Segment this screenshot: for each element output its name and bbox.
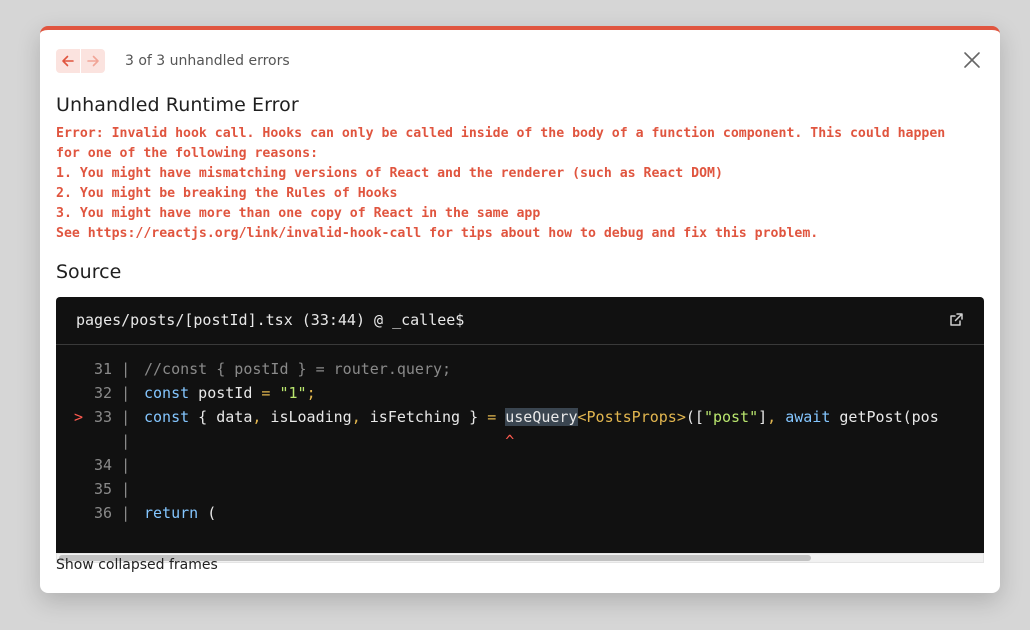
code-line: 36 | return ( [56, 501, 984, 525]
code-text: ^ [505, 432, 515, 450]
line-number: 34 | [94, 456, 131, 474]
source-heading: Source [56, 261, 122, 283]
close-icon [964, 52, 980, 68]
next-error-button[interactable] [81, 49, 105, 73]
code-line: 31 | //const { postId } = router.query; [56, 357, 984, 381]
error-count-label: 3 of 3 unhandled errors [125, 53, 290, 69]
error-message: Error: Invalid hook call. Hooks can only… [56, 126, 946, 241]
code-lines: 31 | //const { postId } = router.query; 32… [56, 357, 984, 525]
code-line: 35 | [56, 477, 984, 501]
file-location-link[interactable]: pages/posts/[postId].tsx (33:44) @ _call… [76, 311, 464, 329]
error-title: Unhandled Runtime Error [56, 94, 299, 116]
line-number: 33 | [94, 408, 131, 426]
previous-error-button[interactable] [56, 49, 80, 73]
line-number: | [94, 432, 131, 450]
line-number: 35 | [94, 480, 131, 498]
code-frame-header: pages/posts/[postId].tsx (33:44) @ _call… [56, 297, 984, 345]
error-line-marker: > [74, 408, 84, 426]
nav-buttons [56, 49, 105, 73]
code-frame: pages/posts/[postId].tsx (33:44) @ _call… [56, 297, 984, 553]
code-text: return ( [144, 504, 217, 522]
arrow-left-icon [62, 55, 74, 67]
open-in-editor-button[interactable] [948, 312, 964, 328]
show-collapsed-frames-button[interactable]: Show collapsed frames [56, 557, 218, 573]
code-line: 32 | const postId = "1"; [56, 381, 984, 405]
code-text: const postId = "1"; [144, 384, 316, 402]
error-dialog: 3 of 3 unhandled errors Unhandled Runtim… [40, 26, 1000, 593]
error-pagination: 3 of 3 unhandled errors [56, 48, 290, 74]
code-line: 34 | [56, 453, 984, 477]
close-button[interactable] [962, 50, 982, 70]
external-link-icon [950, 313, 963, 326]
line-number: 31 | [94, 360, 131, 378]
line-number: 36 | [94, 504, 131, 522]
code-text: const { data, isLoading, isFetching } = … [144, 408, 939, 426]
code-text: //const { postId } = router.query; [144, 360, 452, 378]
code-line: | ^ [56, 429, 984, 453]
line-number: 32 | [94, 384, 131, 402]
arrow-right-icon [87, 55, 99, 67]
code-line: >33 | const { data, isLoading, isFetching… [56, 405, 984, 429]
